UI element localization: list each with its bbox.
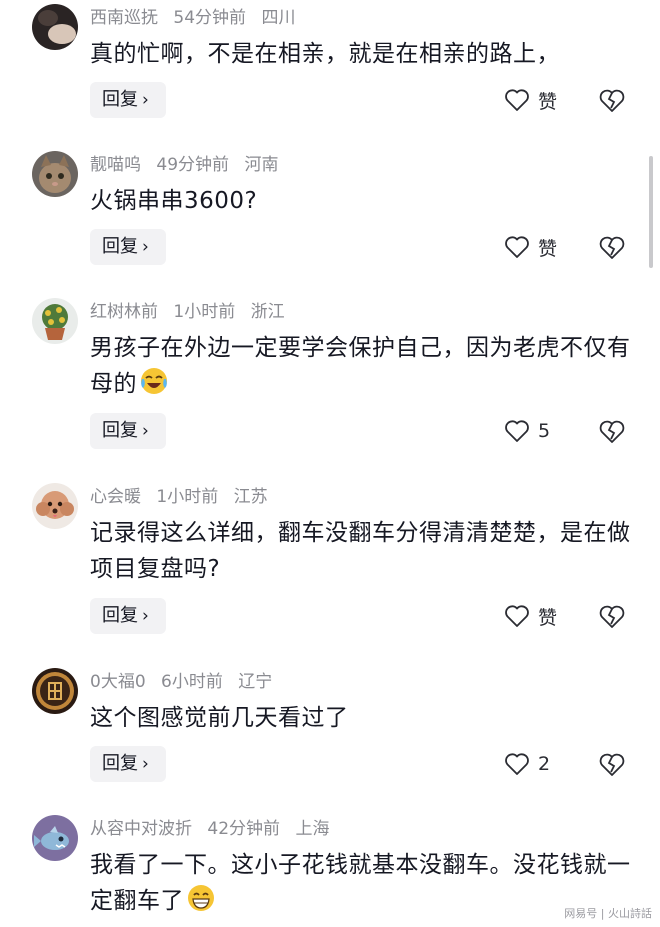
location: 浙江 bbox=[250, 302, 285, 322]
dislike-button[interactable] bbox=[598, 752, 626, 778]
scrollbar[interactable] bbox=[649, 156, 653, 268]
chevron-right-icon: › bbox=[142, 421, 149, 441]
avatar[interactable] bbox=[32, 4, 78, 50]
like-count: 赞 bbox=[538, 90, 558, 113]
like-count: 2 bbox=[538, 753, 551, 775]
broken-heart-icon bbox=[599, 236, 625, 259]
avatar[interactable] bbox=[32, 483, 78, 529]
comment-text: 这个图感觉前几天看过了 bbox=[90, 705, 349, 731]
avatar-dark-photo-icon bbox=[32, 4, 78, 50]
timestamp: 54分钟前 bbox=[173, 8, 247, 28]
laughing-crying-emoji-icon bbox=[141, 368, 167, 394]
avatar-poodle-icon bbox=[32, 483, 78, 529]
username[interactable]: 靓喵呜 bbox=[90, 155, 141, 175]
broken-heart-icon bbox=[599, 605, 625, 628]
broken-heart-icon bbox=[599, 420, 625, 443]
like-button[interactable]: 2 bbox=[504, 746, 550, 782]
avatar[interactable] bbox=[32, 668, 78, 714]
heart-icon bbox=[505, 420, 529, 442]
username[interactable]: 0大福0 bbox=[90, 672, 146, 692]
avatar[interactable] bbox=[32, 815, 78, 861]
comment-meta: 靓喵呜 49分钟前 河南 bbox=[90, 153, 288, 177]
reply-label: 回复 bbox=[102, 420, 138, 441]
broken-heart-icon bbox=[599, 753, 625, 776]
dislike-button[interactable] bbox=[598, 235, 626, 261]
reply-button[interactable]: 回复 › bbox=[90, 746, 166, 782]
reply-label: 回复 bbox=[102, 753, 138, 774]
like-button[interactable]: 赞 bbox=[504, 598, 557, 634]
watermark: 网易号 | 火山詩話 bbox=[564, 907, 652, 920]
reply-button[interactable]: 回复 › bbox=[90, 598, 166, 634]
avatar-cartoon-fish-icon bbox=[32, 815, 78, 861]
comment-meta: 心会暖 1小时前 江苏 bbox=[90, 485, 278, 509]
dislike-button[interactable] bbox=[598, 604, 626, 630]
username[interactable]: 从容中对波折 bbox=[90, 819, 192, 839]
comment-text: 我看了一下。这小子花钱就基本没翻车。没花钱就一定翻车了 bbox=[90, 847, 640, 919]
timestamp: 1小时前 bbox=[156, 487, 219, 507]
timestamp: 1小时前 bbox=[173, 302, 236, 322]
comment-text: 男孩子在外边一定要学会保护自己，因为老虎不仅有母的 bbox=[90, 330, 640, 402]
chevron-right-icon: › bbox=[142, 754, 149, 774]
like-count: 赞 bbox=[538, 606, 558, 629]
like-count: 赞 bbox=[538, 237, 558, 260]
username[interactable]: 心会暖 bbox=[90, 487, 141, 507]
broken-heart-icon bbox=[599, 89, 625, 112]
chevron-right-icon: › bbox=[142, 237, 149, 257]
reply-label: 回复 bbox=[102, 236, 138, 257]
like-button[interactable]: 赞 bbox=[504, 82, 557, 118]
location: 河南 bbox=[244, 155, 279, 175]
username[interactable]: 红树林前 bbox=[90, 302, 158, 322]
like-count: 5 bbox=[538, 420, 551, 442]
heart-icon bbox=[505, 753, 529, 775]
dislike-button[interactable] bbox=[598, 419, 626, 445]
comment-meta: 红树林前 1小时前 浙江 bbox=[90, 300, 295, 324]
avatar[interactable] bbox=[32, 298, 78, 344]
timestamp: 6小时前 bbox=[161, 672, 223, 692]
comment-text: 火锅串串3600? bbox=[90, 188, 258, 214]
avatar-potted-plant-icon bbox=[32, 298, 78, 344]
grinning-emoji-icon bbox=[188, 885, 214, 911]
comment-meta: 0大福0 6小时前 辽宁 bbox=[90, 670, 282, 694]
reply-button[interactable]: 回复 › bbox=[90, 229, 166, 265]
heart-icon bbox=[505, 605, 529, 627]
like-button[interactable]: 赞 bbox=[504, 229, 557, 265]
comment-text-body: 我看了一下。这小子花钱就基本没翻车。没花钱就一定翻车了 bbox=[90, 852, 631, 914]
dislike-button[interactable] bbox=[598, 88, 626, 114]
comment-text: 记录得这么详细，翻车没翻车分得清清楚楚，是在做项目复盘吗? bbox=[90, 520, 631, 582]
heart-icon bbox=[505, 89, 529, 111]
avatar[interactable] bbox=[32, 151, 78, 197]
location: 辽宁 bbox=[238, 672, 273, 692]
location: 江苏 bbox=[233, 487, 268, 507]
timestamp: 42分钟前 bbox=[207, 819, 281, 839]
timestamp: 49分钟前 bbox=[156, 155, 230, 175]
reply-button[interactable]: 回复 › bbox=[90, 82, 166, 118]
chevron-right-icon: › bbox=[142, 606, 149, 626]
comment-meta: 西南巡抚 54分钟前 四川 bbox=[90, 6, 305, 30]
username[interactable]: 西南巡抚 bbox=[90, 8, 158, 28]
chevron-right-icon: › bbox=[142, 90, 149, 110]
comment-text-body: 男孩子在外边一定要学会保护自己，因为老虎不仅有母的 bbox=[90, 335, 631, 397]
comment-text: 真的忙啊，不是在相亲，就是在相亲的路上， bbox=[90, 41, 560, 67]
location: 四川 bbox=[261, 8, 296, 28]
avatar-fortune-coin-icon bbox=[32, 668, 78, 714]
reply-button[interactable]: 回复 › bbox=[90, 413, 166, 449]
avatar-cat-icon bbox=[32, 151, 78, 197]
location: 上海 bbox=[295, 819, 330, 839]
comment-meta: 从容中对波折 42分钟前 上海 bbox=[90, 817, 339, 841]
like-button[interactable]: 5 bbox=[504, 413, 550, 449]
reply-label: 回复 bbox=[102, 89, 138, 110]
reply-label: 回复 bbox=[102, 605, 138, 626]
heart-icon bbox=[505, 236, 529, 258]
